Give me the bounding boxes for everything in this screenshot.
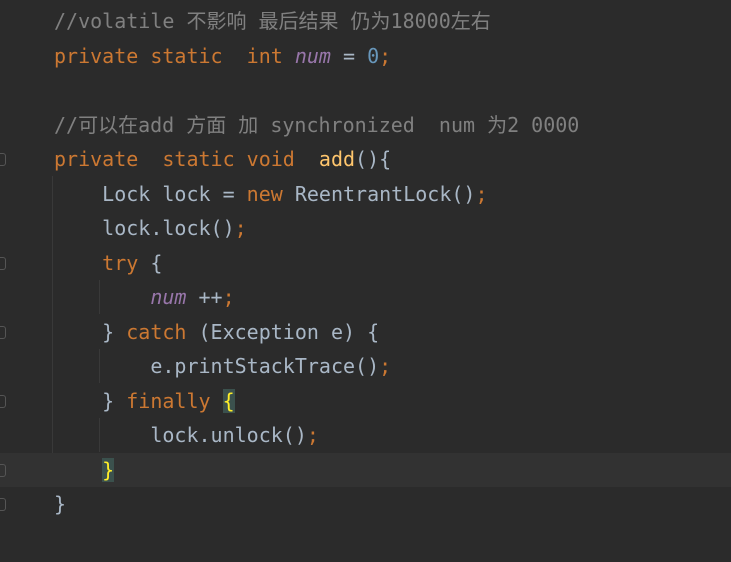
code-text: e.printStackTrace(); [54,349,391,383]
code-token: private static int [54,43,295,68]
code-token: add [318,147,356,171]
code-token: (){ [355,147,392,171]
fold-marker-icon[interactable] [0,394,6,408]
code-text: try { [54,246,162,280]
code-line[interactable]: try { [0,246,731,280]
code-token: { [222,388,235,413]
code-text: lock.lock(); [54,211,247,245]
code-line[interactable]: //volatile 不影响 最后结果 仍为18000左右 [0,4,731,38]
code-text: //可以在add 方面 加 synchronized num 为2 0000 [54,108,579,142]
code-token: Lock lock = [54,181,247,206]
code-token: try [102,250,151,275]
code-line[interactable]: num ++; [0,280,731,314]
code-token: (Exception e) { [198,319,380,344]
code-token: } [102,457,115,482]
code-editor[interactable]: //volatile 不影响 最后结果 仍为18000左右 private sta… [0,0,731,562]
code-line[interactable] [0,73,731,107]
code-token: num [150,285,187,309]
code-token: e.printStackTrace() [54,354,380,378]
fold-marker-icon[interactable] [0,498,6,511]
code-line[interactable]: Lock lock = new ReentrantLock(); [0,177,731,211]
code-token: ; [234,216,247,240]
code-token: = [330,43,368,68]
code-text: private static void add(){ [54,142,391,176]
fold-marker-icon[interactable] [0,256,6,270]
code-text: Lock lock = new ReentrantLock(); [54,177,488,211]
code-line[interactable]: private static void add(){ [0,142,731,176]
code-text: private static int num = 0; [54,39,391,73]
code-line[interactable]: } catch (Exception e) { [0,315,731,349]
code-token: new [246,181,295,206]
code-line[interactable]: private static int num = 0; [0,39,731,73]
code-text: } catch (Exception e) { [54,315,379,349]
code-token: ++ [186,285,223,309]
code-text: } finally { [54,384,235,418]
code-line[interactable]: } [0,487,731,521]
code-token: ; [379,354,392,378]
code-token: ; [475,181,488,206]
code-token: 0 [367,43,380,68]
code-token: { [150,250,163,275]
code-line[interactable]: } [0,452,731,487]
code-text: } [54,453,115,487]
code-token: //volatile 不影响 最后结果 仍为18000左右 [54,9,491,33]
code-line[interactable]: //可以在add 方面 加 synchronized num 为2 0000 [0,108,731,142]
code-line[interactable]: lock.unlock(); [0,418,731,452]
code-token: } [54,319,127,344]
code-text: //volatile 不影响 最后结果 仍为18000左右 [54,4,491,38]
code-token: lock.lock() [54,216,235,240]
code-token: lock.unlock() [54,423,307,447]
code-token: finally [126,388,223,413]
code-token: ; [306,423,319,447]
code-line[interactable]: e.printStackTrace(); [0,349,731,383]
code-token: private static void [54,147,319,171]
fold-marker-icon[interactable] [0,153,6,166]
code-line[interactable]: } finally { [0,384,731,418]
code-text: } [54,487,66,521]
code-token: ; [222,285,235,309]
code-token: num [294,43,331,68]
code-token: } [54,388,127,413]
fold-marker-icon[interactable] [0,463,6,477]
code-token: catch [126,319,199,344]
code-token: ; [379,43,392,68]
code-line[interactable]: lock.lock(); [0,211,731,245]
code-text: num ++; [54,280,235,314]
code-token: //可以在add 方面 加 synchronized num 为2 0000 [54,112,580,137]
code-token: ReentrantLock() [294,181,476,206]
code-text: lock.unlock(); [54,418,319,452]
code-token: } [54,492,67,516]
fold-marker-icon[interactable] [0,325,6,339]
